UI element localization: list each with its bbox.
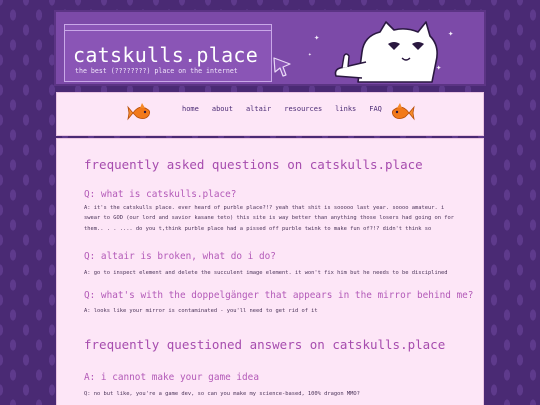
cursor-icon	[273, 57, 291, 77]
nav-links[interactable]: links	[335, 105, 356, 113]
main-content: frequently asked questions on catskulls.…	[56, 138, 484, 405]
sparkle-icon: ✦	[308, 51, 312, 58]
faq-heading: frequently asked questions on catskulls.…	[84, 157, 423, 172]
site-title[interactable]: catskulls.place	[73, 43, 258, 67]
nav-bar: home about altair resources links FAQ	[56, 92, 484, 136]
faq-question: Q: altair is broken, what do i do?	[84, 251, 276, 262]
nav-resources[interactable]: resources	[284, 105, 322, 113]
faq-question: Q: what's with the doppelgänger that app…	[84, 290, 474, 301]
title-window: catskulls.place the best (????????) plac…	[64, 24, 272, 82]
fqa-question: Q: no but like, you're a game dev, so ca…	[84, 391, 360, 397]
site-subtitle: the best (????????) place on the interne…	[75, 67, 238, 75]
cat-thumbs-up-icon	[334, 21, 438, 83]
nav-about[interactable]: about	[212, 105, 233, 113]
goldfish-icon	[391, 103, 415, 121]
goldfish-icon	[127, 103, 151, 121]
fqa-heading: frequently questioned answers on catskul…	[84, 337, 446, 352]
site-header: catskulls.place the best (????????) plac…	[54, 10, 486, 86]
sparkle-icon: ✦	[448, 29, 454, 39]
nav-altair[interactable]: altair	[246, 105, 271, 113]
nav-links: home about altair resources links FAQ	[182, 105, 382, 113]
faq-question: Q: what is catskulls.place?	[84, 189, 237, 200]
faq-answer: A: it's the catskulls place. ever heard …	[84, 205, 454, 232]
fqa-answer: A: i cannot make your game idea	[84, 372, 259, 383]
sparkle-icon: ✦	[314, 33, 320, 43]
faq-answer: A: looks like your mirror is contaminate…	[84, 308, 318, 314]
faq-answer: A: go to inspect element and delete the …	[84, 270, 448, 276]
nav-faq[interactable]: FAQ	[369, 105, 382, 113]
title-window-bar	[65, 25, 271, 31]
page-wrapper: catskulls.place the best (????????) plac…	[54, 10, 486, 405]
nav-home[interactable]: home	[182, 105, 199, 113]
